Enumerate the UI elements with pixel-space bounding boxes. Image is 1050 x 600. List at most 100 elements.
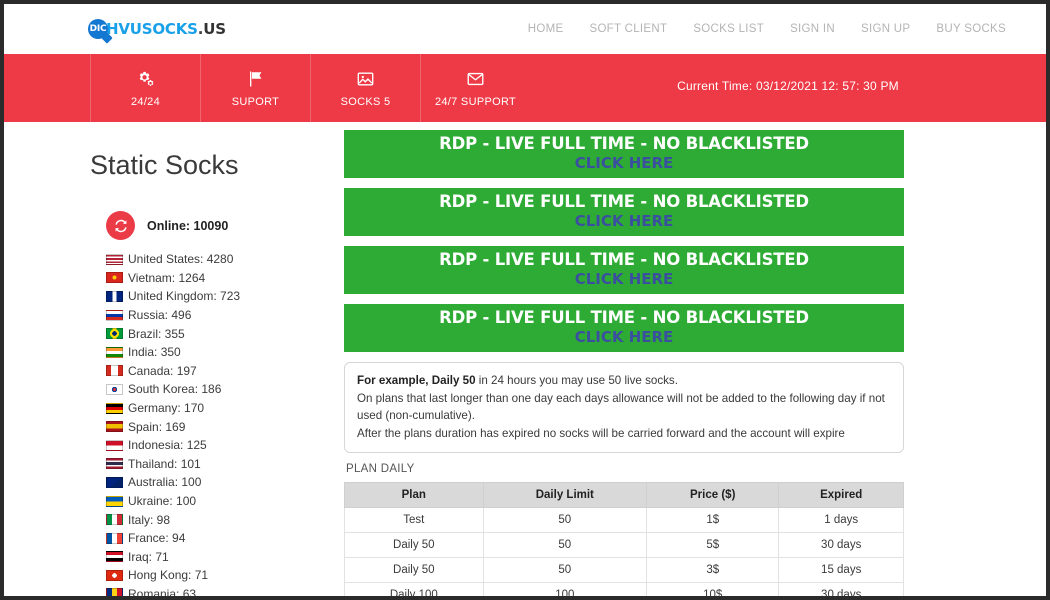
nav-soft-client[interactable]: SOFT CLIENT [589, 23, 667, 35]
nav-socks-list[interactable]: SOCKS LIST [693, 23, 764, 35]
country-list-item[interactable]: Ukraine: 100 [106, 492, 344, 511]
country-list-item[interactable]: Vietnam: 1264 [106, 269, 344, 288]
nav-sign-in[interactable]: SIGN IN [790, 23, 835, 35]
table-cell: Daily 50 [345, 558, 484, 583]
country-list-item[interactable]: Spain: 169 [106, 417, 344, 436]
country-list-item[interactable]: India: 350 [106, 343, 344, 362]
col-plan: Plan [345, 483, 484, 508]
country-list-item[interactable]: Canada: 197 [106, 362, 344, 381]
table-cell: Daily 50 [345, 533, 484, 558]
table-row[interactable]: Daily 50503$15 days [345, 558, 904, 583]
flag-icon [106, 384, 123, 395]
table-cell: 5$ [647, 533, 779, 558]
flag-icon [106, 458, 123, 469]
rdp-banner[interactable]: RDP - LIVE FULL TIME - NO BLACKLISTED CL… [344, 188, 904, 236]
flag-icon [106, 254, 123, 265]
country-list-item[interactable]: Brazil: 355 [106, 324, 344, 343]
table-cell: 1 days [779, 508, 904, 533]
country-list-item[interactable]: Indonesia: 125 [106, 436, 344, 455]
online-count-label: Online: 10090 [147, 219, 228, 233]
sidebar: Static Socks Online: 10090 United States… [4, 128, 344, 596]
table-cell: 15 days [779, 558, 904, 583]
feature-24-24[interactable]: 24/24 [90, 54, 200, 122]
site-logo[interactable]: DIC HVUSOCKS . US [88, 4, 226, 54]
nav-buy-socks[interactable]: BUY SOCKS [936, 23, 1006, 35]
plan-table-body: Test501$1 daysDaily 50505$30 daysDaily 5… [345, 508, 904, 596]
rdp-banner-cta: CLICK HERE [575, 213, 674, 230]
country-list-item[interactable]: France: 94 [106, 529, 344, 548]
country-label: Italy: 98 [128, 513, 170, 527]
country-label: United Kingdom: 723 [128, 289, 240, 303]
flag-icon [106, 310, 123, 321]
nav-home[interactable]: HOME [528, 23, 564, 35]
table-header-row: Plan Daily Limit Price ($) Expired [345, 483, 904, 508]
nav-sign-up[interactable]: SIGN UP [861, 23, 910, 35]
info-line-1: For example, Daily 50 in 24 hours you ma… [357, 372, 891, 390]
table-row[interactable]: Daily 10010010$30 days [345, 583, 904, 596]
country-label: Indonesia: 125 [128, 438, 207, 452]
country-label: Vietnam: 1264 [128, 271, 205, 285]
current-time: Current Time: 03/12/2021 12: 57: 30 PM [530, 54, 1046, 122]
flag-icon [106, 533, 123, 544]
country-label: Iraq: 71 [128, 550, 169, 564]
rdp-banner-cta: CLICK HERE [575, 271, 674, 288]
feature-socks5[interactable]: SOCKS 5 [310, 54, 420, 122]
refresh-icon[interactable] [106, 211, 135, 240]
table-cell: 30 days [779, 583, 904, 596]
country-label: Russia: 496 [128, 308, 191, 322]
country-list-item[interactable]: Russia: 496 [106, 306, 344, 325]
logo-main-text: HVUSOCKS [106, 20, 198, 38]
flag-icon [106, 570, 123, 581]
flag-icon [106, 514, 123, 525]
rdp-banner[interactable]: RDP - LIVE FULL TIME - NO BLACKLISTED CL… [344, 246, 904, 294]
country-label: India: 350 [128, 345, 181, 359]
country-label: Spain: 169 [128, 420, 185, 434]
country-list-item[interactable]: Italy: 98 [106, 510, 344, 529]
page-title: Static Socks [90, 150, 344, 181]
feature-label: 24/7 SUPPORT [435, 96, 516, 108]
rdp-banner-cta: CLICK HERE [575, 155, 674, 172]
info-line-2: On plans that last longer than one day e… [357, 390, 891, 425]
country-label: France: 94 [128, 531, 185, 545]
col-expired: Expired [779, 483, 904, 508]
envelope-icon [466, 69, 485, 89]
flag-icon [106, 328, 123, 339]
country-label: South Korea: 186 [128, 382, 221, 396]
rdp-banner[interactable]: RDP - LIVE FULL TIME - NO BLACKLISTED CL… [344, 304, 904, 352]
table-cell: 1$ [647, 508, 779, 533]
country-list-item[interactable]: Germany: 170 [106, 399, 344, 418]
flag-icon [106, 421, 123, 432]
flag-icon [106, 403, 123, 414]
country-list-item[interactable]: Iraq: 71 [106, 548, 344, 567]
info-line-1-rest: in 24 hours you may use 50 live socks. [476, 374, 678, 387]
online-status: Online: 10090 [106, 211, 344, 240]
country-list-item[interactable]: Hong Kong: 71 [106, 566, 344, 585]
flag-icon [106, 496, 123, 507]
table-row[interactable]: Daily 50505$30 days [345, 533, 904, 558]
feature-24-7-support[interactable]: 24/7 SUPPORT [420, 54, 530, 122]
plan-table: Plan Daily Limit Price ($) Expired Test5… [344, 482, 904, 596]
country-list-item[interactable]: United Kingdom: 723 [106, 287, 344, 306]
country-list-item[interactable]: Romania: 63 [106, 585, 344, 596]
image-icon [356, 69, 375, 89]
feature-label: SUPORT [232, 96, 279, 108]
flag-icon [106, 365, 123, 376]
country-label: Canada: 197 [128, 364, 197, 378]
feature-support[interactable]: SUPORT [200, 54, 310, 122]
country-label: Germany: 170 [128, 401, 204, 415]
country-list-item[interactable]: Australia: 100 [106, 473, 344, 492]
table-cell: 3$ [647, 558, 779, 583]
country-list-item[interactable]: South Korea: 186 [106, 380, 344, 399]
country-label: Brazil: 355 [128, 327, 185, 341]
rdp-banner-title: RDP - LIVE FULL TIME - NO BLACKLISTED [439, 135, 809, 154]
country-label: Australia: 100 [128, 475, 201, 489]
col-daily-limit: Daily Limit [483, 483, 646, 508]
flag-icon [106, 440, 123, 451]
country-label: Hong Kong: 71 [128, 568, 208, 582]
table-row[interactable]: Test501$1 days [345, 508, 904, 533]
table-cell: 30 days [779, 533, 904, 558]
country-list-item[interactable]: Thailand: 101 [106, 455, 344, 474]
rdp-banner[interactable]: RDP - LIVE FULL TIME - NO BLACKLISTED CL… [344, 130, 904, 178]
flag-icon [247, 69, 265, 89]
country-list-item[interactable]: United States: 4280 [106, 250, 344, 269]
